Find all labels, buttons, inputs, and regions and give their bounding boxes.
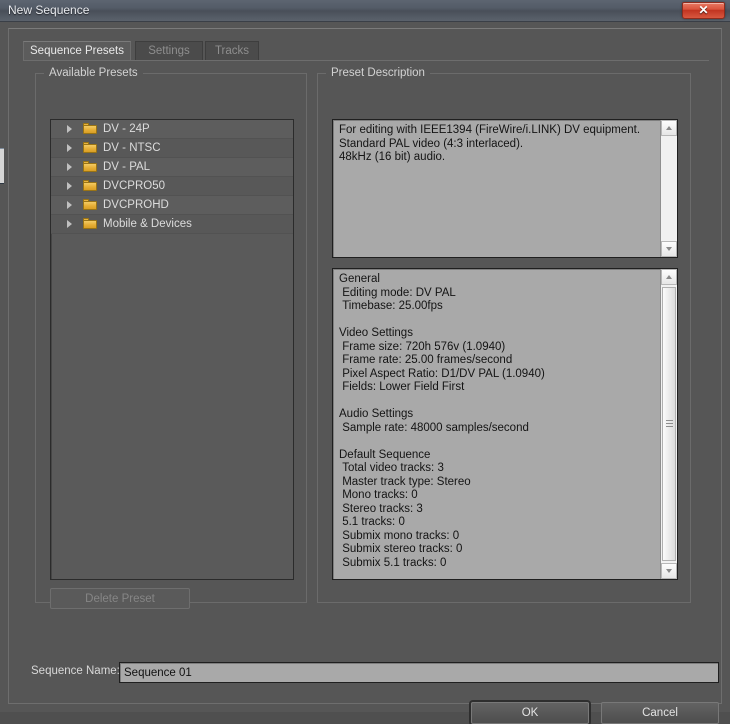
- preset-summary-text: General Editing mode: DV PAL Timebase: 2…: [339, 273, 545, 569]
- folder-icon: [83, 123, 97, 134]
- folder-icon: [83, 180, 97, 191]
- folder-icon: [83, 199, 97, 210]
- description-scrollbar[interactable]: [660, 120, 677, 257]
- chevron-right-icon[interactable]: [67, 220, 72, 228]
- preset-label: DV - 24P: [103, 123, 150, 135]
- sequence-name-label: Sequence Name:: [31, 665, 120, 677]
- chevron-right-icon[interactable]: [67, 144, 72, 152]
- chevron-right-icon[interactable]: [67, 163, 72, 171]
- ok-button[interactable]: OK: [471, 702, 589, 724]
- preset-summary-pane: General Editing mode: DV PAL Timebase: 2…: [332, 268, 678, 580]
- chevron-right-icon[interactable]: [67, 125, 72, 133]
- folder-icon: [83, 142, 97, 153]
- chevron-right-icon[interactable]: [67, 201, 72, 209]
- tab-sequence-presets[interactable]: Sequence Presets: [23, 41, 131, 61]
- delete-preset-button[interactable]: Delete Preset: [50, 588, 190, 609]
- preset-description-title: Preset Description: [326, 67, 430, 79]
- scroll-up-icon[interactable]: [661, 120, 677, 136]
- cancel-button[interactable]: Cancel: [601, 702, 719, 724]
- preset-label: Mobile & Devices: [103, 218, 192, 230]
- tab-tracks[interactable]: Tracks: [205, 41, 259, 61]
- scroll-down-icon[interactable]: [661, 241, 677, 257]
- list-item[interactable]: DVCPRO50: [51, 177, 293, 196]
- available-presets-group: Available Presets DV - 24P DV - NTSC DV …: [35, 67, 307, 609]
- dialog-content-panel: Sequence Presets Settings Tracks Availab…: [8, 28, 722, 724]
- scroll-down-icon[interactable]: [661, 563, 677, 579]
- summary-scrollbar[interactable]: [660, 269, 677, 579]
- list-item[interactable]: DV - 24P: [51, 120, 293, 139]
- list-item[interactable]: DV - PAL: [51, 158, 293, 177]
- list-item[interactable]: DVCPROHD: [51, 196, 293, 215]
- chevron-right-icon[interactable]: [67, 182, 72, 190]
- folder-icon: [83, 218, 97, 229]
- preset-description-text: For editing with IEEE1394 (FireWire/i.LI…: [339, 124, 641, 163]
- window-title: New Sequence: [8, 3, 90, 17]
- close-icon: ✕: [698, 3, 709, 17]
- preset-label: DVCPROHD: [103, 199, 169, 211]
- scroll-up-icon[interactable]: [661, 269, 677, 285]
- scrollbar-thumb[interactable]: [662, 287, 676, 561]
- preset-label: DVCPRO50: [103, 180, 165, 192]
- close-button[interactable]: ✕: [682, 2, 725, 19]
- preset-label: DV - PAL: [103, 161, 151, 173]
- sequence-name-input[interactable]: [119, 662, 719, 683]
- preset-tree-listbox[interactable]: DV - 24P DV - NTSC DV - PAL DVCPRO50 DVC…: [50, 119, 294, 580]
- grip-icon: [666, 420, 673, 428]
- list-item[interactable]: DV - NTSC: [51, 139, 293, 158]
- preset-label: DV - NTSC: [103, 142, 161, 154]
- new-sequence-dialog: New Sequence ✕ Sequence Presets Settings…: [0, 0, 730, 724]
- tab-settings[interactable]: Settings: [135, 41, 203, 61]
- available-presets-title: Available Presets: [44, 67, 143, 79]
- preset-description-group: Preset Description For editing with IEEE…: [317, 67, 691, 603]
- title-bar: New Sequence ✕: [0, 0, 730, 22]
- folder-icon: [83, 161, 97, 172]
- preset-description-pane: For editing with IEEE1394 (FireWire/i.LI…: [332, 119, 678, 258]
- tab-underline: [23, 60, 709, 61]
- list-item[interactable]: Mobile & Devices: [51, 215, 293, 234]
- window-edge-sliver: [0, 148, 4, 184]
